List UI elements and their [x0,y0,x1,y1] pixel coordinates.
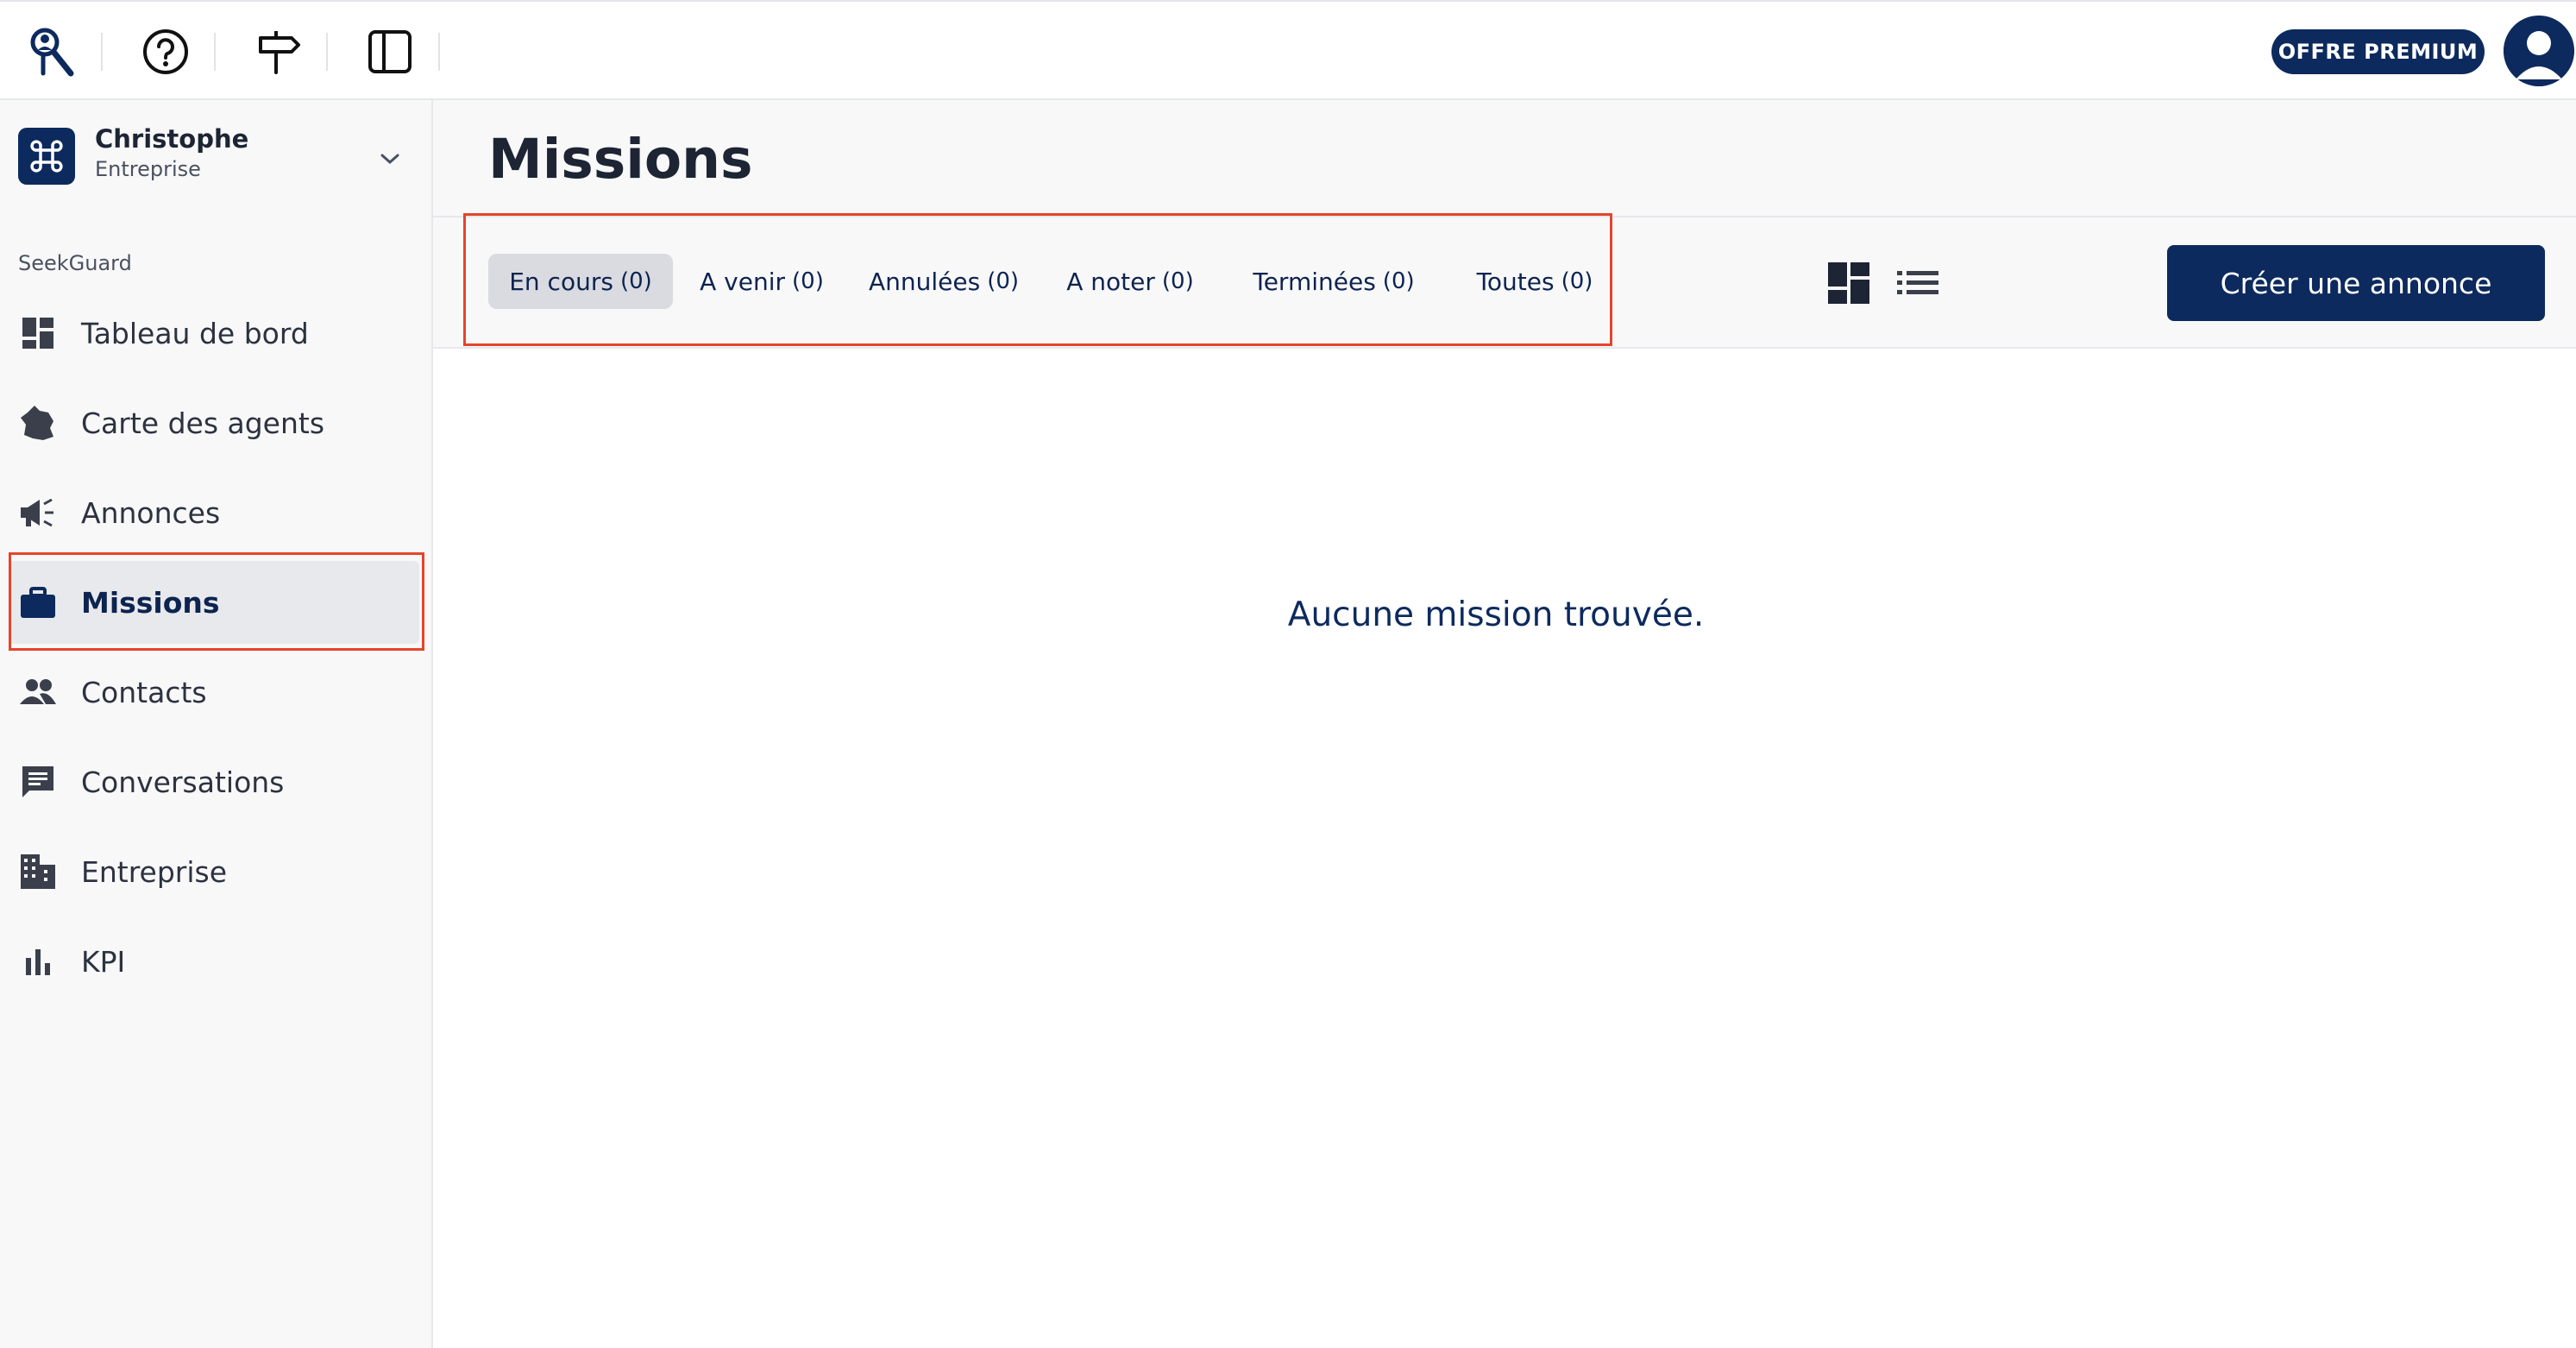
user-avatar-icon[interactable] [2504,16,2574,86]
sidebar-item-missions[interactable]: Missions [9,561,419,644]
empty-state-message: Aucune mission trouvée. [1287,595,1705,634]
tab-toutes[interactable]: Toutes (0) [1454,254,1615,309]
tab-annulees[interactable]: Annulées (0) [859,254,1028,309]
page-header: Missions [433,100,2576,217]
sidebar: Christophe Entreprise SeekGuard Tableau … [0,100,433,1348]
tab-count: (0) [1382,268,1415,294]
sidebar-item-company[interactable]: Entreprise [9,830,419,913]
sidebar-item-agents-map[interactable]: Carte des agents [9,381,419,464]
sidebar-item-kpi[interactable]: KPI [9,920,419,1003]
top-bar: OFFRE PREMIUM [0,0,2576,100]
premium-offer-button[interactable]: OFFRE PREMIUM [2271,29,2485,74]
sidebar-item-label: Contacts [81,675,207,709]
page-title: Missions [488,128,753,191]
briefcase-icon [19,585,57,620]
tab-label: Annulées [868,267,981,296]
divider [326,33,328,71]
chevron-down-icon[interactable] [374,143,405,174]
tab-terminees[interactable]: Terminées (0) [1232,254,1436,309]
sidebar-item-label: KPI [81,944,126,979]
sidebar-item-label: Conversations [81,765,285,799]
tab-count: (0) [1161,268,1194,294]
dashboard-icon [19,316,57,350]
sidebar-item-contacts[interactable]: Contacts [9,651,419,734]
sidebar-item-label: Entreprise [81,854,228,889]
sidebar-item-dashboard[interactable]: Tableau de bord [9,292,419,375]
sidebar-item-label: Missions [81,585,220,620]
sidebar-toggle-icon[interactable] [362,24,418,79]
tab-count: (0) [792,268,824,294]
megaphone-icon [19,495,57,530]
tab-label: A noter [1066,267,1155,296]
sidebar-item-announcements[interactable]: Annonces [9,471,419,554]
sidebar-item-label: Carte des agents [81,406,325,440]
signpost-icon[interactable] [250,24,305,79]
help-icon[interactable] [138,24,193,79]
sidebar-item-label: Annonces [81,495,221,530]
org-name[interactable]: Christophe [95,124,248,154]
divider [214,33,216,71]
create-listing-button[interactable]: Créer une annonce [2167,245,2545,321]
tab-count: (0) [987,268,1020,294]
section-label: SeekGuard [18,251,132,275]
sidebar-item-label: Tableau de bord [81,316,309,350]
tab-label: Toutes [1476,267,1555,296]
tab-count: (0) [1561,268,1593,294]
tab-label: En cours [509,267,613,296]
command-icon [30,140,63,173]
app-logo-icon[interactable] [24,24,79,79]
filter-bar: En cours (0) A venir (0) Annulées (0) A not… [433,217,2576,349]
tab-en-cours[interactable]: En cours (0) [488,254,673,309]
france-map-icon [19,406,57,440]
sidebar-item-conversations[interactable]: Conversations [9,740,419,823]
divider [101,33,103,71]
tab-count: (0) [619,268,652,294]
org-logo[interactable] [18,128,75,185]
chat-icon [19,765,57,799]
tab-label: A venir [700,267,786,296]
tab-a-noter[interactable]: A noter (0) [1054,254,1206,309]
people-icon [19,675,57,709]
building-icon [19,854,57,889]
bar-chart-icon [19,944,57,979]
grid-view-icon[interactable] [1825,259,1873,307]
list-view-icon[interactable] [1894,259,1942,307]
tab-label: Terminées [1253,267,1376,296]
org-type: Entreprise [95,157,201,181]
divider [438,33,440,71]
tab-a-venir[interactable]: A venir (0) [690,254,833,309]
